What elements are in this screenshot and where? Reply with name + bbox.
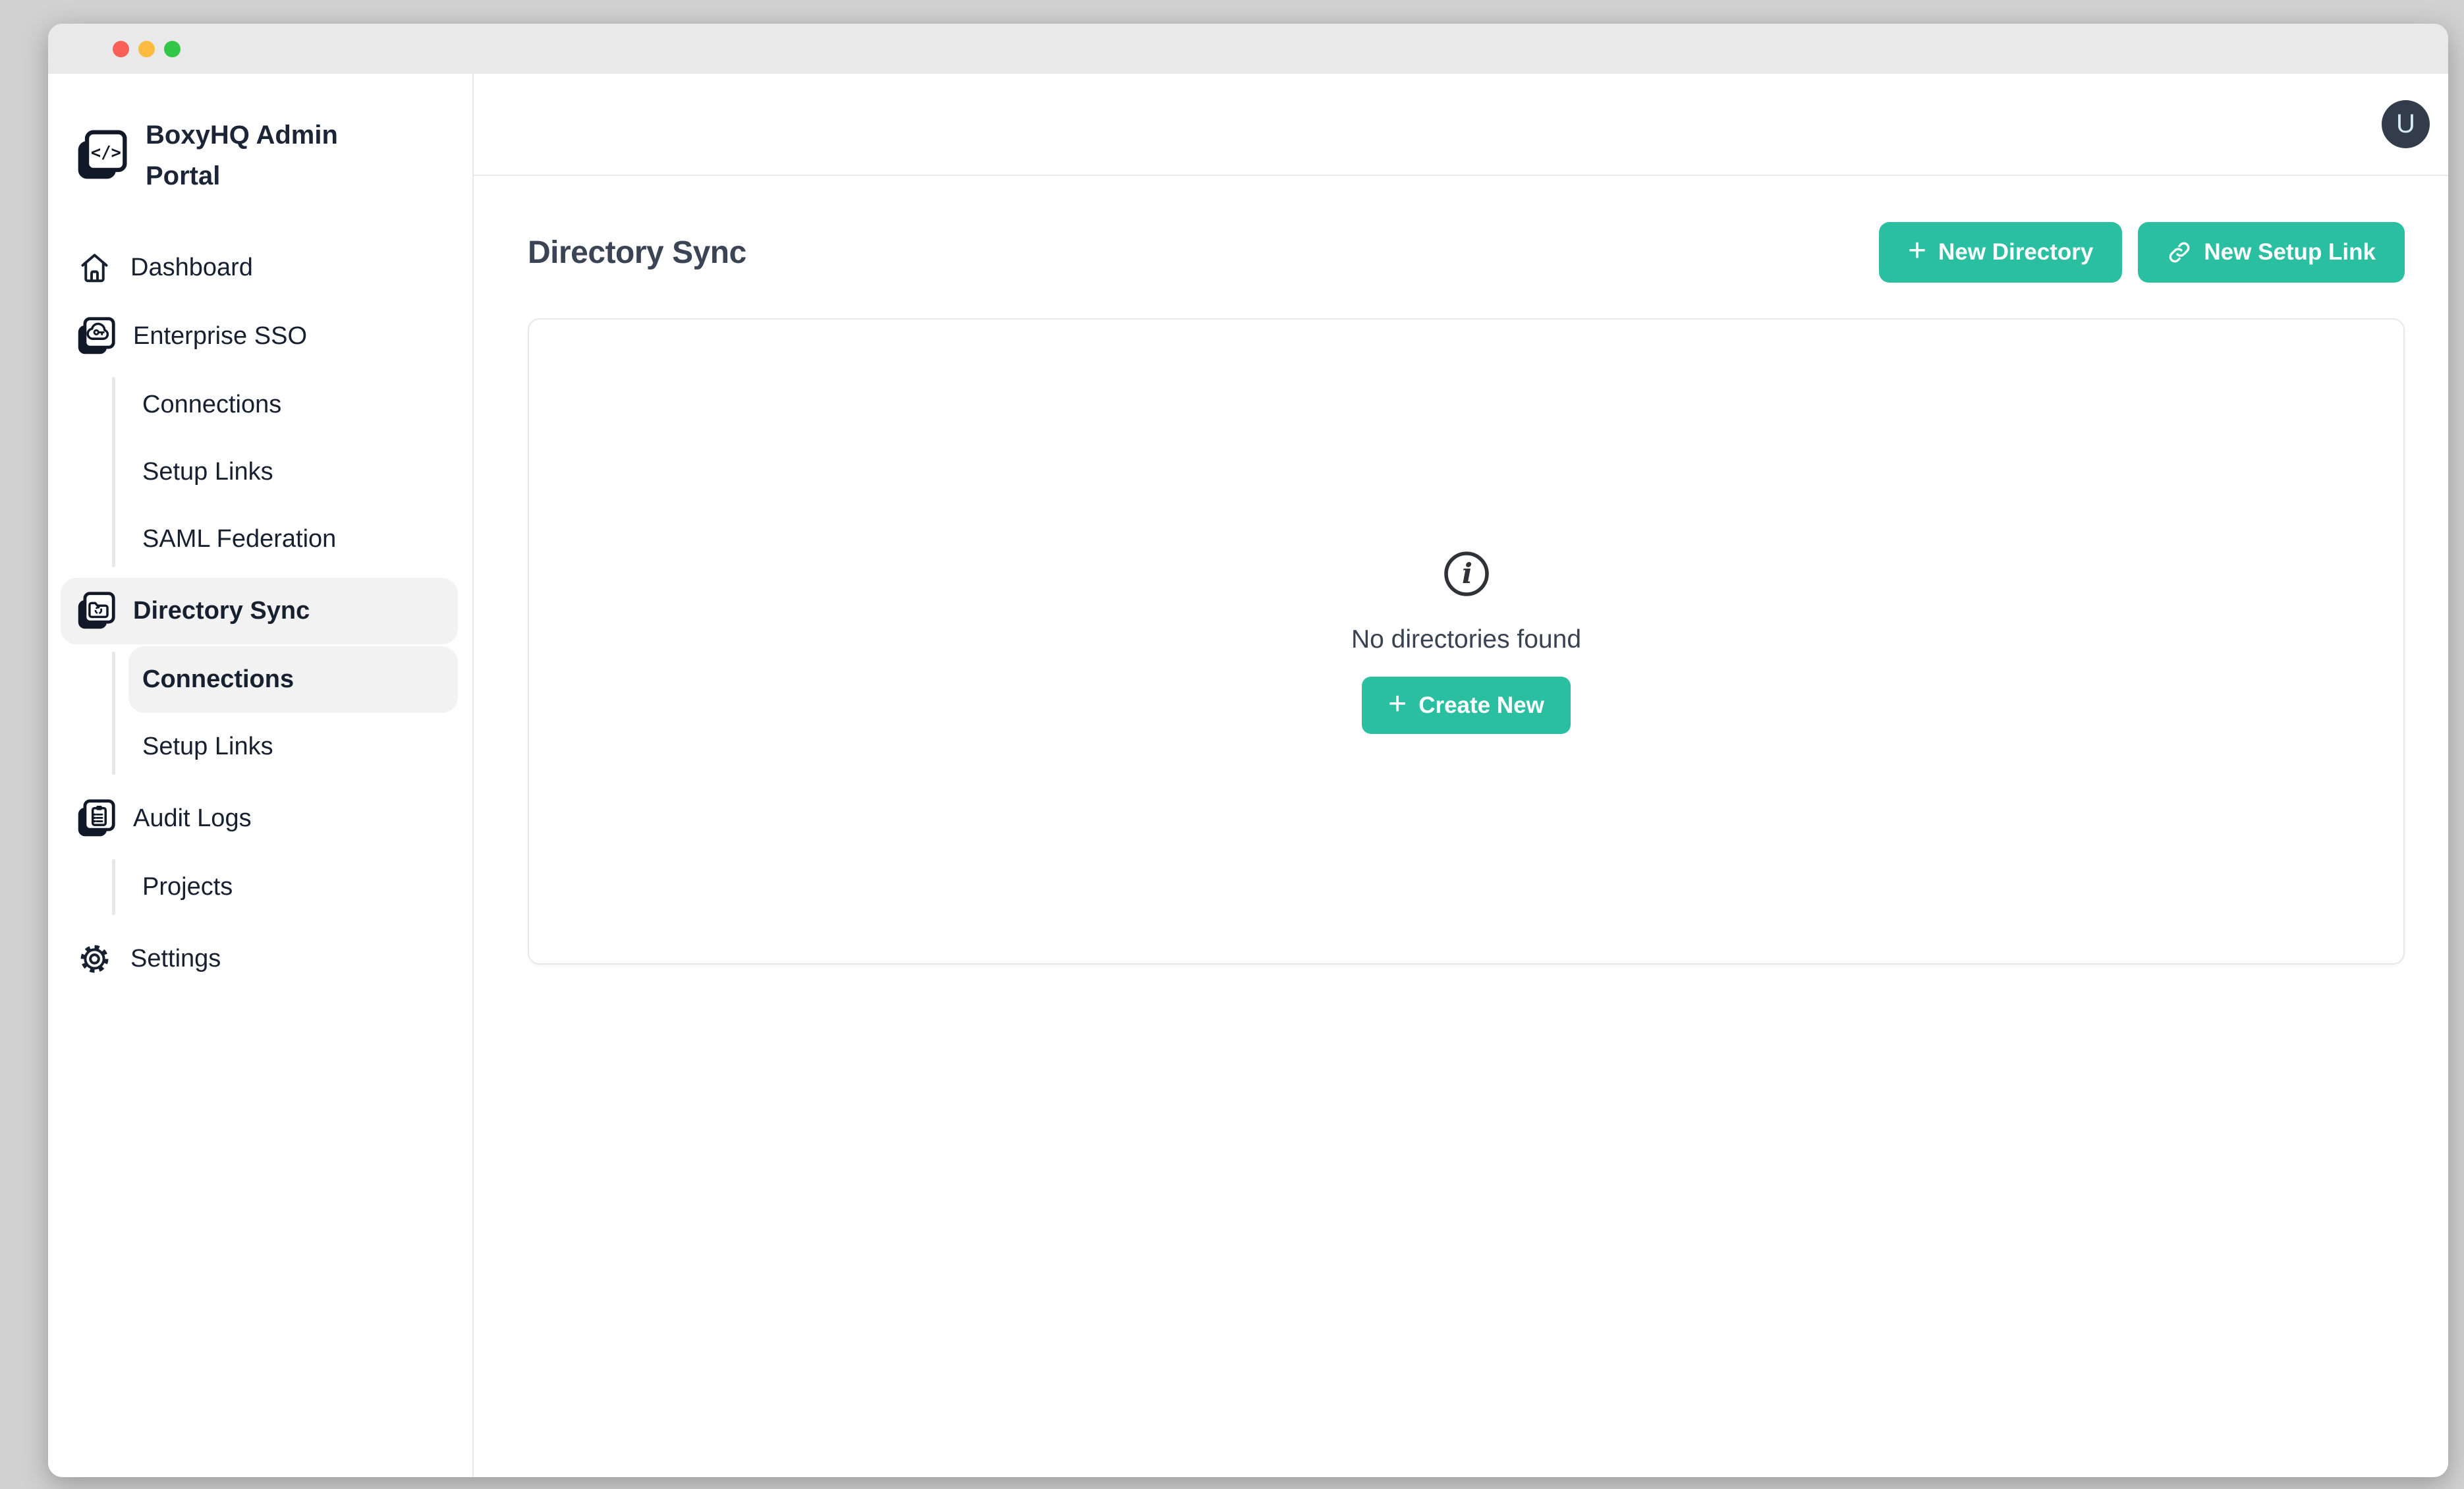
new-directory-label: New Directory xyxy=(1938,239,2093,266)
sidebar-item-label: Audit Logs xyxy=(133,804,252,833)
top-header-bar: U xyxy=(474,74,2448,176)
sidebar-subitem-projects[interactable]: Projects xyxy=(128,854,458,920)
sidebar-subgroup-audit-logs: Projects xyxy=(48,854,458,920)
create-new-button[interactable]: + Create New xyxy=(1362,677,1571,734)
user-avatar[interactable]: U xyxy=(2382,100,2430,148)
sidebar-subgroup-enterprise-sso: Connections Setup Links SAML Federation xyxy=(48,372,458,573)
page-actions: + New Directory New Setup Link xyxy=(1879,222,2405,283)
home-icon xyxy=(76,250,113,286)
sidebar-subitem-label: Setup Links xyxy=(142,733,273,761)
sidebar-subitem-saml-federation[interactable]: SAML Federation xyxy=(128,506,458,573)
link-icon xyxy=(2167,240,2192,265)
sidebar-subitem-label: Projects xyxy=(142,873,233,901)
sidebar-subitem-sso-connections[interactable]: Connections xyxy=(128,372,458,438)
sidebar-item-enterprise-sso[interactable]: Enterprise SSO xyxy=(61,303,458,370)
empty-state-message: No directories found xyxy=(1351,625,1581,654)
window-zoom-button[interactable] xyxy=(164,41,181,57)
window-close-button[interactable] xyxy=(113,41,129,57)
main-area: U Directory Sync + New Directory xyxy=(474,74,2448,1477)
sidebar-subitem-label: Setup Links xyxy=(142,458,273,486)
app-body: </> BoxyHQ Admin Portal Dashboard xyxy=(48,74,2448,1477)
sidebar-subitem-label: Connections xyxy=(142,665,294,694)
boxyhq-logo-icon: </> xyxy=(76,130,127,181)
sidebar-subgroup-directory-sync: Connections Setup Links xyxy=(48,646,458,780)
sidebar-item-dashboard[interactable]: Dashboard xyxy=(61,235,458,301)
app-logo[interactable]: </> BoxyHQ Admin Portal xyxy=(48,115,472,196)
directory-sync-keycap-icon xyxy=(76,592,115,631)
sidebar: </> BoxyHQ Admin Portal Dashboard xyxy=(48,74,474,1477)
sidebar-subitem-label: Connections xyxy=(142,391,281,419)
page-title: Directory Sync xyxy=(528,235,746,271)
sidebar-item-label: Directory Sync xyxy=(133,597,310,625)
sidebar-item-directory-sync[interactable]: Directory Sync xyxy=(61,578,458,644)
page-content: Directory Sync + New Directory New Setup… xyxy=(474,176,2448,1477)
sidebar-item-audit-logs[interactable]: Audit Logs xyxy=(61,785,458,852)
sidebar-item-label: Settings xyxy=(130,945,221,973)
window-minimize-button[interactable] xyxy=(138,41,155,57)
sidebar-item-label: Enterprise SSO xyxy=(133,322,307,351)
app-title: BoxyHQ Admin Portal xyxy=(146,115,376,196)
sidebar-subitem-label: SAML Federation xyxy=(142,525,336,553)
info-icon: i xyxy=(1442,549,1492,599)
svg-text:</>: </> xyxy=(91,143,121,163)
sidebar-item-label: Dashboard xyxy=(130,254,253,282)
new-setup-link-label: New Setup Link xyxy=(2204,239,2376,266)
svg-text:i: i xyxy=(1462,557,1472,590)
new-setup-link-button[interactable]: New Setup Link xyxy=(2138,222,2405,283)
audit-logs-keycap-icon xyxy=(76,799,115,838)
sidebar-subitem-dsync-connections[interactable]: Connections xyxy=(128,646,458,713)
sidebar-item-settings[interactable]: Settings xyxy=(61,926,458,992)
create-new-label: Create New xyxy=(1418,692,1544,719)
page-title-row: Directory Sync + New Directory New Setup… xyxy=(528,222,2405,283)
sidebar-subitem-sso-setup-links[interactable]: Setup Links xyxy=(128,439,458,505)
gear-icon xyxy=(76,941,113,977)
sidebar-nav: Dashboard Enterprise SSO Connectio xyxy=(48,235,472,992)
sso-keycap-icon xyxy=(76,317,115,356)
window-titlebar xyxy=(48,24,2448,74)
app-window: </> BoxyHQ Admin Portal Dashboard xyxy=(48,24,2448,1477)
sidebar-subitem-dsync-setup-links[interactable]: Setup Links xyxy=(128,714,458,780)
new-directory-button[interactable]: + New Directory xyxy=(1879,222,2122,283)
directories-empty-card: i No directories found + Create New xyxy=(528,318,2405,965)
